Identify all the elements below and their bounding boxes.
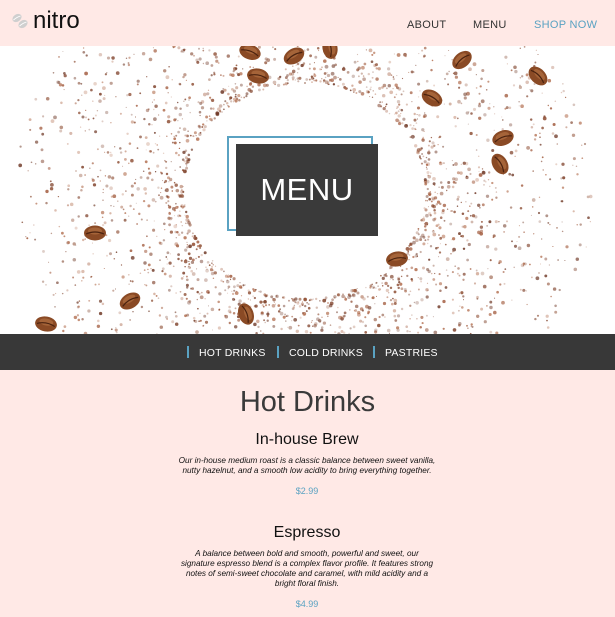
menu-item-description: A balance between bold and smooth, power… — [180, 549, 434, 588]
menu-item-price: $2.99 — [295, 486, 319, 496]
nav-shop-now-link[interactable]: SHOP NOW — [534, 19, 597, 31]
menu-item: In-house Brew Our in-house medium roast … — [178, 430, 436, 496]
coffee-bean-logo-icon — [12, 13, 28, 29]
nav-menu-link[interactable]: MENU — [473, 19, 507, 31]
menu-item-name: In-house Brew — [255, 431, 359, 448]
brand-name: nitro — [33, 7, 80, 34]
coffee-bean-icon — [119, 292, 141, 310]
category-cold-drinks[interactable]: COLD DRINKS — [277, 346, 363, 359]
site-header: nitro ABOUT MENU SHOP NOW — [0, 0, 615, 46]
menu-section: Hot Drinks In-house Brew Our in-house me… — [0, 370, 615, 617]
category-hot-drinks[interactable]: HOT DRINKS — [187, 346, 266, 359]
section-title: Hot Drinks — [239, 386, 376, 418]
coffee-bean-icon — [35, 316, 57, 332]
coffee-bean-icon — [528, 66, 548, 86]
coffee-bean-icon — [491, 153, 509, 175]
menu-item-name: Espresso — [273, 524, 341, 541]
logo[interactable]: nitro — [8, 8, 80, 34]
coffee-bean-icon — [247, 68, 269, 84]
nav-about-link[interactable]: ABOUT — [407, 19, 446, 31]
menu-item-description: Our in-house medium roast is a classic b… — [178, 456, 436, 475]
hero-banner: MENU — [0, 46, 615, 334]
coffee-bean-icon — [84, 225, 106, 241]
menu-item: Espresso A balance between bold and smoo… — [178, 523, 436, 609]
hero-title-box: MENU — [236, 144, 378, 236]
coffee-bean-icon — [386, 251, 408, 267]
coffee-bean-icon — [322, 46, 338, 59]
menu-item-price: $4.99 — [295, 599, 319, 609]
hero-title: MENU — [260, 172, 354, 207]
category-pastries[interactable]: PASTRIES — [373, 346, 438, 359]
category-nav: HOT DRINKS COLD DRINKS PASTRIES — [0, 334, 615, 370]
